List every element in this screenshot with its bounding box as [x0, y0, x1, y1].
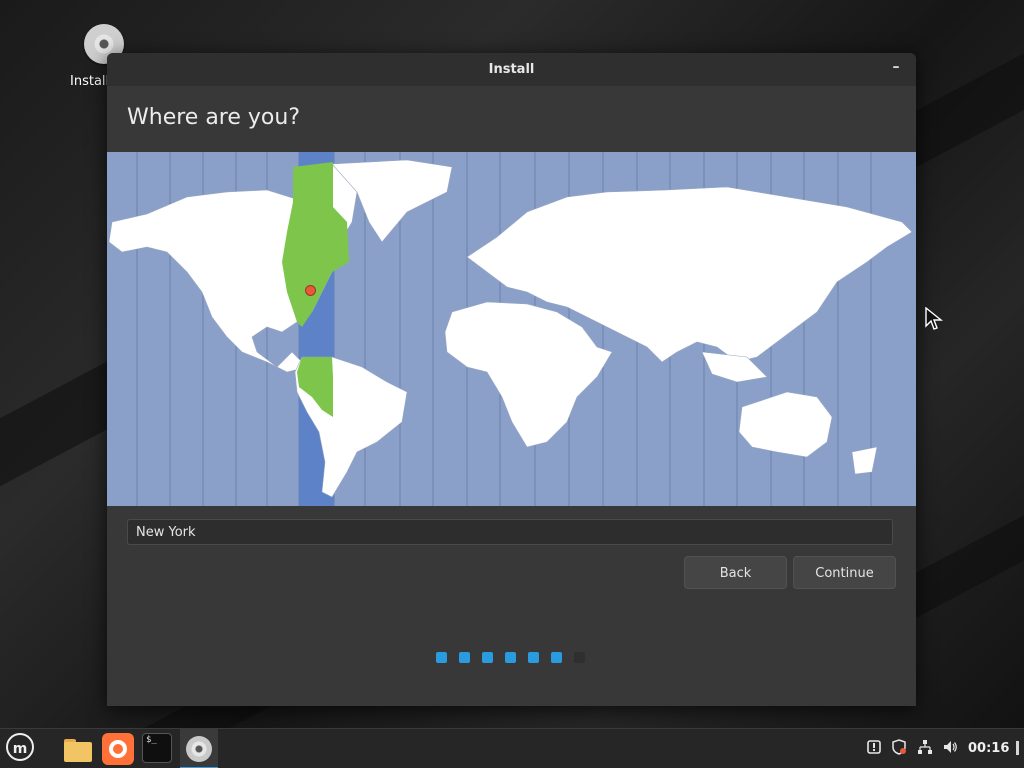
- taskbar: m $_ 00:16: [0, 728, 1024, 768]
- minimize-button[interactable]: –: [888, 59, 904, 77]
- progress-step: [551, 652, 562, 663]
- window-titlebar[interactable]: Install –: [107, 53, 916, 86]
- continue-button[interactable]: Continue: [793, 556, 896, 589]
- progress-step: [505, 652, 516, 663]
- mouse-pointer-icon: [925, 307, 943, 330]
- window-title: Install: [488, 62, 535, 77]
- location-pin-icon[interactable]: [305, 285, 316, 296]
- progress-step: [574, 652, 585, 663]
- volume-icon[interactable]: [942, 739, 958, 755]
- files-icon[interactable]: [62, 733, 94, 765]
- progress-step: [528, 652, 539, 663]
- network-icon[interactable]: [917, 739, 933, 755]
- shield-icon[interactable]: [891, 739, 907, 755]
- menu-icon[interactable]: m: [6, 733, 34, 761]
- install-disc-icon: [186, 736, 212, 762]
- progress-step: [436, 652, 447, 663]
- firefox-icon[interactable]: [102, 733, 134, 765]
- install-taskbar-button[interactable]: [180, 729, 218, 768]
- page-title: Where are you?: [127, 105, 300, 130]
- location-input[interactable]: New York: [127, 519, 893, 545]
- progress-step: [459, 652, 470, 663]
- progress-step: [482, 652, 493, 663]
- back-button[interactable]: Back: [684, 556, 787, 589]
- installer-window: Install – Where are you? New York Back C…: [107, 53, 916, 706]
- world-map-svg: [108, 152, 913, 506]
- terminal-icon[interactable]: $_: [142, 733, 172, 763]
- update-icon[interactable]: [866, 739, 882, 755]
- desktop-install-label: Install: [70, 74, 110, 89]
- timezone-map[interactable]: [107, 152, 916, 506]
- clock[interactable]: 00:16: [968, 741, 1009, 756]
- power-icon[interactable]: [1012, 739, 1024, 757]
